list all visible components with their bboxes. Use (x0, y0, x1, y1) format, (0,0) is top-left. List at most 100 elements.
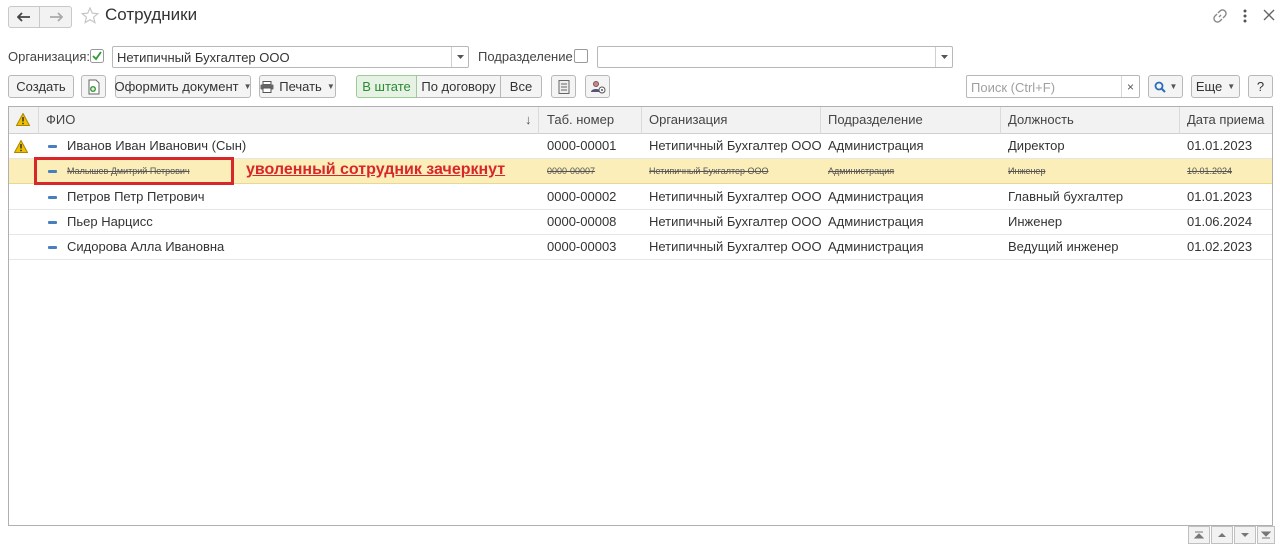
warning-icon (15, 112, 31, 126)
scroll-up-button[interactable] (1211, 526, 1233, 544)
create-button[interactable]: Создать (8, 75, 74, 98)
forward-button[interactable] (40, 6, 72, 28)
org-checkbox[interactable] (90, 49, 104, 63)
cell-position: Директор (1008, 138, 1065, 153)
cell-tab-number: 0000-00003 (547, 239, 617, 254)
printer-icon (260, 80, 274, 93)
column-header-position[interactable]: Должность (1001, 107, 1180, 134)
cell-tab-number: 0000-00008 (547, 214, 617, 229)
org-field[interactable]: Нетипичный Бухгалтер ООО (112, 46, 469, 68)
column-header-tab-number[interactable]: Таб. номер (540, 107, 642, 134)
link-icon[interactable] (1212, 8, 1228, 24)
org-dropdown-button[interactable] (451, 47, 468, 67)
cell-hire-date: 01.06.2024 (1187, 214, 1253, 229)
org-label: Организация: (8, 49, 91, 64)
annotation-note: уволенный сотрудник зачеркнут (246, 161, 506, 178)
search-button[interactable]: ▼ (1148, 75, 1183, 98)
make-document-label: Оформить документ (114, 79, 239, 94)
table-header: ФИО ↓ Таб. номер Организация Подразделен… (9, 107, 1272, 134)
back-button[interactable] (8, 6, 40, 28)
report-button[interactable] (551, 75, 576, 98)
row-marker-icon (48, 221, 57, 224)
cell-organization: Нетипичный Бухгалтер ООО (649, 138, 822, 153)
search-icon (1154, 81, 1166, 93)
page-title: Сотрудники (105, 5, 198, 24)
cell-subdivision: Администрация (828, 189, 924, 204)
staff-settings-button[interactable] (585, 75, 610, 98)
cell-position: Главный бухгалтер (1008, 189, 1124, 204)
star-icon[interactable] (81, 7, 99, 24)
column-header-subdivision[interactable]: Подразделение (821, 107, 1001, 134)
more-button[interactable]: Еще ▼ (1191, 75, 1240, 98)
cell-organization: Нетипичный Бухгалтер ООО (649, 214, 822, 229)
cell-organization: Нетипичный Бухгалтер ООО (649, 189, 822, 204)
org-field-value: Нетипичный Бухгалтер ООО (117, 50, 290, 65)
table-row[interactable]: Петров Петр Петрович 0000-00002 Нетипичн… (9, 185, 1272, 210)
people-gear-icon (590, 80, 605, 93)
cell-subdivision: Администрация (828, 239, 924, 254)
cell-subdivision: Администрация (828, 138, 924, 153)
subdiv-checkbox[interactable] (574, 49, 588, 63)
print-button[interactable]: Печать ▼ (259, 75, 336, 98)
arrow-up-icon (1218, 533, 1226, 537)
search-clear-button[interactable]: × (1121, 76, 1139, 97)
row-marker-icon (48, 246, 57, 249)
row-marker-icon (48, 196, 57, 199)
table-row[interactable]: Иванов Иван Иванович (Сын) 0000-00001 Не… (9, 134, 1272, 159)
scroll-last-button[interactable] (1257, 526, 1275, 544)
cell-fio: Петров Петр Петрович (67, 189, 205, 204)
chevron-down-icon (940, 55, 948, 59)
copy-document-button[interactable] (81, 75, 106, 98)
table-row[interactable]: Пьер Нарцисс 0000-00008 Нетипичный Бухга… (9, 210, 1272, 235)
forward-arrow-icon (49, 12, 63, 22)
print-label: Печать (279, 79, 322, 94)
cell-organization: Нетипичный Бухгалтер ООО (649, 166, 769, 176)
cell-hire-date: 10.01.2024 (1187, 166, 1233, 176)
create-button-label: Создать (16, 79, 66, 94)
cell-tab-number: 0000-00007 (547, 166, 596, 176)
cell-fio: Иванов Иван Иванович (Сын) (67, 138, 247, 153)
highlight-box (34, 157, 234, 185)
first-page-icon (1194, 531, 1204, 539)
cell-subdivision: Администрация (828, 214, 924, 229)
row-marker-icon (48, 145, 57, 148)
chevron-down-icon: ▼ (1169, 82, 1178, 91)
cell-position: Инженер (1008, 166, 1046, 176)
column-header-fio[interactable]: ФИО (39, 107, 539, 134)
table-row[interactable]: Сидорова Алла Ивановна 0000-00003 Нетипи… (9, 235, 1272, 260)
subdiv-label: Подразделение: (478, 49, 577, 64)
back-arrow-icon (17, 12, 30, 22)
cell-hire-date: 01.02.2023 (1187, 239, 1253, 254)
cell-position: Ведущий инженер (1008, 239, 1119, 254)
search-input[interactable]: Поиск (Ctrl+F) × (966, 75, 1140, 98)
cell-fio: Сидорова Алла Ивановна (67, 239, 225, 254)
scroll-first-button[interactable] (1188, 526, 1210, 544)
tab-in-staff[interactable]: В штате (356, 75, 417, 98)
chevron-down-icon: ▼ (243, 82, 252, 91)
more-label: Еще (1195, 79, 1223, 94)
tab-all[interactable]: Все (501, 75, 542, 98)
check-icon (90, 49, 104, 63)
warning-column-header[interactable] (9, 107, 39, 134)
subdiv-dropdown-button[interactable] (935, 47, 952, 67)
chevron-down-icon (456, 55, 464, 59)
employees-table: ФИО ↓ Таб. номер Организация Подразделен… (8, 106, 1273, 526)
document-add-icon (88, 79, 99, 94)
cell-hire-date: 01.01.2023 (1187, 138, 1253, 153)
tab-by-contract[interactable]: По договору (417, 75, 501, 98)
column-header-hire-date[interactable]: Дата приема (1180, 107, 1272, 134)
more-icon[interactable] (1240, 8, 1250, 24)
column-header-organization[interactable]: Организация (642, 107, 821, 134)
arrow-down-icon (1241, 533, 1249, 537)
scroll-down-button[interactable] (1234, 526, 1256, 544)
close-icon[interactable] (1262, 8, 1276, 22)
cell-tab-number: 0000-00002 (547, 189, 617, 204)
subdiv-field[interactable] (597, 46, 953, 68)
warning-icon (14, 140, 28, 153)
search-placeholder: Поиск (Ctrl+F) (971, 80, 1056, 95)
cell-tab-number: 0000-00001 (547, 138, 617, 153)
make-document-button[interactable]: Оформить документ ▼ (114, 75, 252, 98)
sort-arrow-icon: ↓ (525, 112, 532, 127)
report-icon (558, 79, 569, 94)
help-button[interactable]: ? (1248, 75, 1273, 98)
